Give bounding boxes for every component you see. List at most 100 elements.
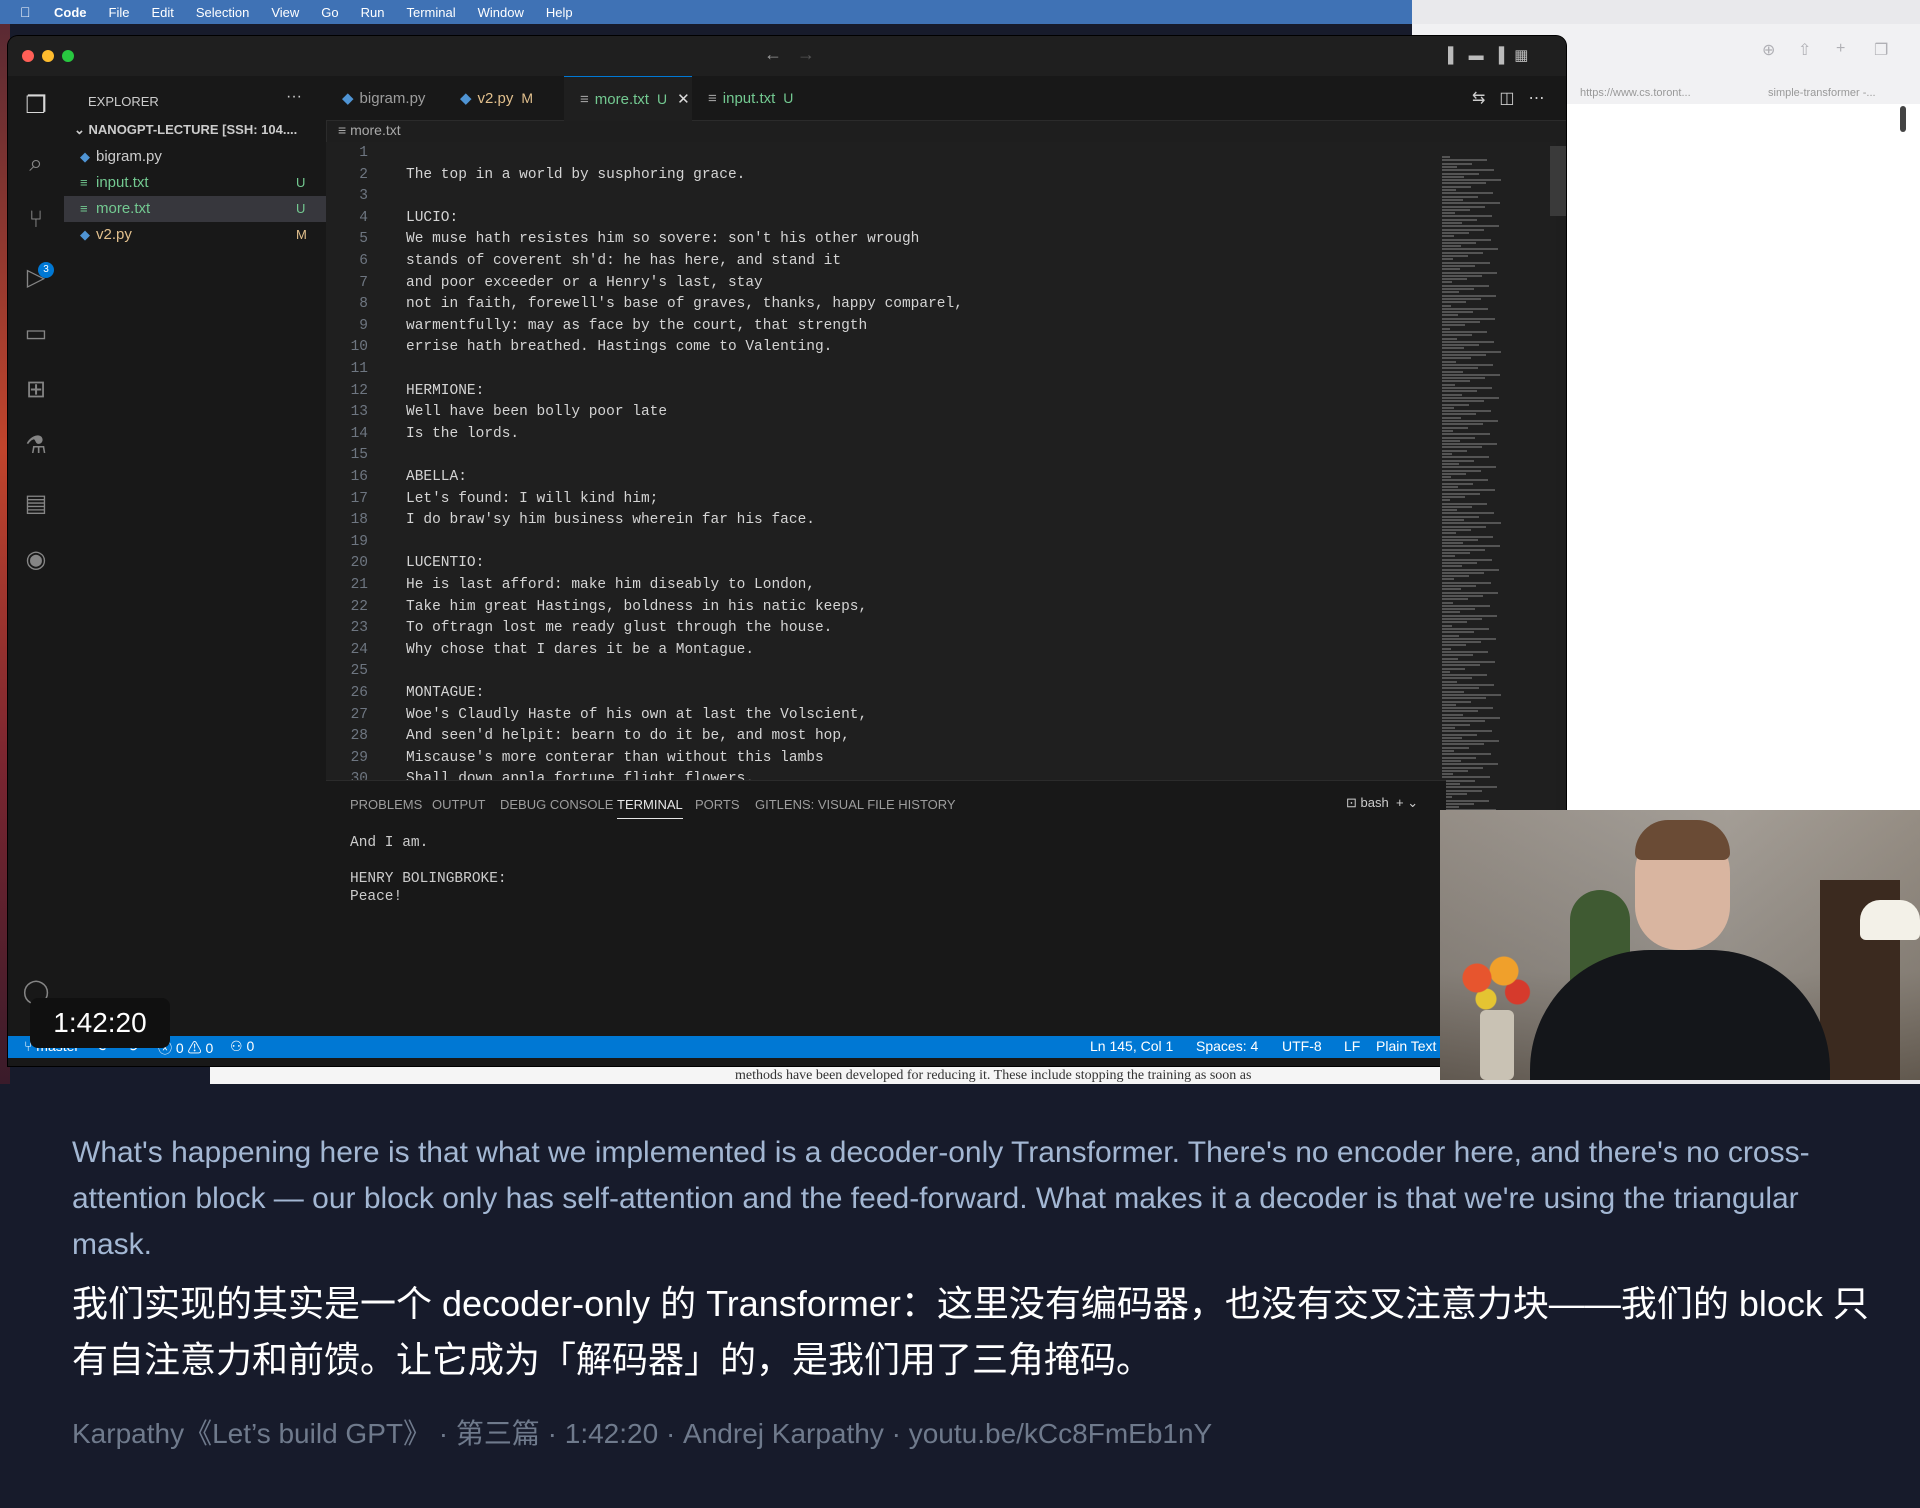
line-number: 9 [359,317,368,334]
minimap-line [1442,360,1456,363]
minimap-line [1442,347,1464,350]
more-actions-icon[interactable]: ⋯ [1529,90,1559,107]
search-icon[interactable]: ⌕ [18,146,54,182]
nav-arrows: ← → [764,44,815,65]
explorer-more-icon[interactable]: ··· [286,88,302,106]
toggle-sidebar-icon[interactable]: ▌ [1448,47,1469,64]
maximize-window-button[interactable] [62,50,74,62]
code-line: 4 LUCIO: [326,207,1426,229]
explorer-icon[interactable]: ❐ [18,88,54,124]
line-text: To oftragn lost me ready glust through t… [406,620,833,637]
panel-tab-gitlens[interactable]: GITLENS: VISUAL FILE HISTORY [755,797,956,812]
file-item[interactable]: ≡ more.txt U [64,196,326,222]
menu-edit[interactable]: Edit [151,5,173,20]
notebook-icon[interactable]: ▤ [18,486,54,522]
menu-window[interactable]: Window [478,5,524,20]
minimap-line [1442,525,1486,528]
editor-content[interactable]: 1 2 The top in a world by susphoring grace… [326,142,1446,780]
remote-explorer-icon[interactable]: ▭ [18,316,54,352]
new-tab-icon[interactable]: + [1836,40,1845,58]
minimap-line [1442,466,1496,469]
menu-app-name[interactable]: Code [54,5,87,20]
panel-tab-problems[interactable]: PROBLEMS [350,797,422,812]
forward-arrow-icon[interactable]: → [797,44,815,64]
minimap-line [1442,423,1483,426]
minimap[interactable] [1428,142,1556,822]
gitlens-icon[interactable]: ◉ [18,542,54,578]
panel-tab-terminal[interactable]: TERMINAL [617,797,683,819]
file-item[interactable]: ◆ v2.py M [64,222,326,248]
menu-view[interactable]: View [271,5,299,20]
language-mode[interactable]: Plain Text [1376,1038,1436,1054]
python-file-icon: ◆ [460,90,472,107]
menu-go[interactable]: Go [321,5,338,20]
minimap-line [1442,208,1470,211]
tab-overview-icon[interactable]: ❐ [1874,40,1888,60]
run-debug-icon[interactable]: ▷ [18,260,54,296]
editor-tab[interactable]: ≡ input.txt U [692,76,812,120]
toggle-secondary-sidebar-icon[interactable]: ▐ [1494,47,1515,64]
panel-tab-debug-console[interactable]: DEBUG CONSOLE [500,797,613,812]
minimap-line [1442,380,1470,383]
encoding[interactable]: UTF-8 [1282,1038,1322,1054]
file-name: v2.py [96,226,132,243]
minimap-line [1442,406,1454,409]
editor-tab[interactable]: ≡ more.txt U ✕ [564,76,692,121]
minimap-line [1442,436,1475,439]
close-window-button[interactable] [22,50,34,62]
editor-actions: ⇆◫⋯ [1472,88,1559,108]
share-icon[interactable]: ⇧ [1798,40,1811,60]
tab-label: v2.py [477,90,514,107]
minimap-line [1442,261,1490,264]
line-number: 10 [350,339,368,356]
indentation[interactable]: Spaces: 4 [1196,1038,1258,1054]
browser-tab-simple-transformer[interactable]: simple-transformer -... [1768,82,1908,104]
download-icon[interactable]: ⊕ [1762,40,1775,60]
browser-scrollbar[interactable] [1900,106,1906,132]
testing-icon[interactable]: ⚗ [18,428,54,464]
extensions-icon[interactable]: ⊞ [18,372,54,408]
back-arrow-icon[interactable]: ← [764,44,782,64]
editor-tab[interactable]: ◆ v2.py M [444,76,564,120]
minimap-line [1442,591,1498,594]
terminal-selector[interactable]: ⊡ bash + ⌄ [1346,795,1418,811]
menu-terminal[interactable]: Terminal [407,5,456,20]
menu-help[interactable]: Help [546,5,573,20]
menu-run[interactable]: Run [361,5,385,20]
toggle-panel-icon[interactable]: ▬ [1469,47,1494,64]
minimize-window-button[interactable] [42,50,54,62]
line-number: 22 [350,598,368,615]
apple-icon[interactable]:  [20,4,40,20]
cursor-position[interactable]: Ln 145, Col 1 [1090,1038,1173,1054]
text-file-icon: ≡ [80,201,88,216]
compare-changes-icon[interactable]: ⇆ [1472,90,1499,107]
minimap-line [1442,512,1494,515]
split-editor-icon[interactable]: ◫ [1499,90,1528,107]
minimap-line [1442,172,1479,175]
minimap-line [1442,647,1451,650]
panel-tab-ports[interactable]: PORTS [695,797,740,812]
editor-tab[interactable]: ◆ bigram.py [326,76,444,120]
panel-tab-output[interactable]: OUTPUT [432,797,485,812]
browser-tab-toronto[interactable]: https://www.cs.toront... [1580,82,1700,104]
code-line: 24 Why chose that I dares it be a Montagu… [326,639,1426,661]
menu-selection[interactable]: Selection [196,5,249,20]
new-terminal-icon[interactable]: + [1396,795,1404,810]
file-item[interactable]: ≡ input.txt U [64,170,326,196]
close-tab-icon[interactable]: ✕ [677,91,690,108]
code-line: 18 I do braw'sy him business wherein far … [326,509,1426,531]
editor-scrollbar[interactable] [1550,146,1566,216]
menu-file[interactable]: File [109,5,130,20]
file-item[interactable]: ◆ bigram.py [64,144,326,170]
minimap-line [1442,621,1467,624]
customize-layout-icon[interactable]: ▦ [1514,47,1538,64]
minimap-line [1442,354,1486,356]
breadcrumb[interactable]: ≡ more.txt [338,122,401,138]
source-control-icon[interactable]: ⑂ [18,202,54,238]
workspace-folder[interactable]: ⌄ NANOGPT-LECTURE [SSH: 104.... [74,122,297,138]
chevron-down-icon[interactable]: ⌄ [1407,795,1418,810]
ports-status[interactable]: ⚇ 0 [230,1038,254,1055]
line-ending[interactable]: LF [1344,1038,1360,1054]
minimap-line [1442,657,1458,660]
minimap-line [1442,304,1451,307]
